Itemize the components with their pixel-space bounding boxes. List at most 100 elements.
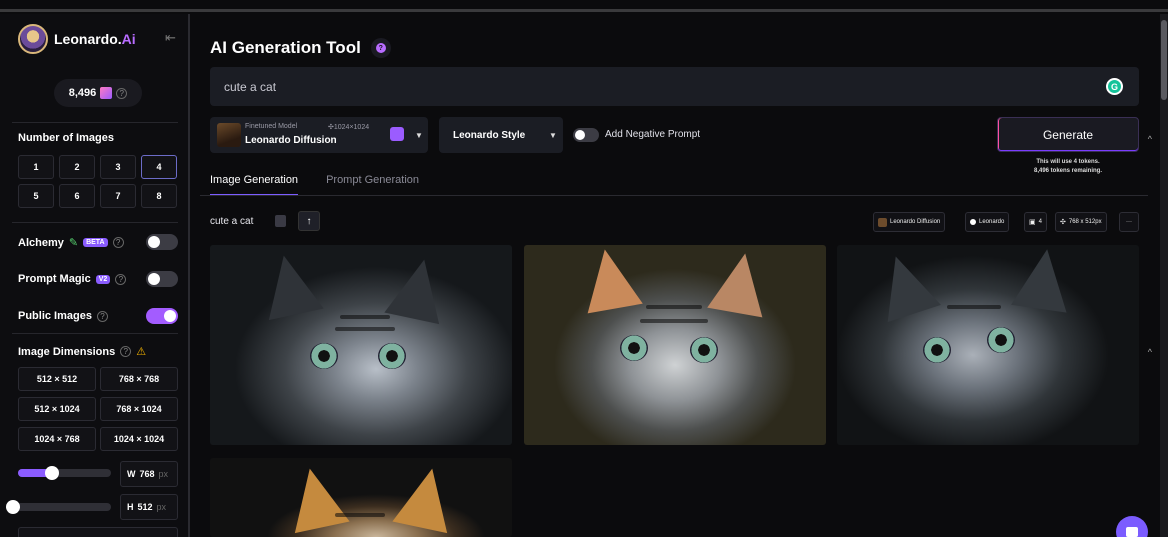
cat-ear (282, 462, 350, 534)
style-selector[interactable]: Leonardo Style ▼ (439, 117, 563, 153)
negative-prompt-label: Add Negative Prompt (605, 129, 701, 140)
public-images-label: Public Images (18, 310, 92, 322)
divider (12, 222, 178, 223)
page-title: AI Generation Tool (210, 38, 361, 57)
dimension-option[interactable]: 1024 × 1024 (100, 427, 178, 451)
cat-ear (1011, 245, 1075, 313)
alchemy-label: Alchemy (18, 236, 64, 249)
dimension-option[interactable]: 768 × 1024 (100, 397, 178, 421)
help-icon[interactable]: ? (112, 237, 124, 248)
window-top-strip (0, 0, 1168, 12)
brand-logo-row[interactable]: Leonardo.Ai ⇤ (18, 24, 178, 54)
divider (12, 122, 178, 123)
copy-icon[interactable] (275, 215, 286, 227)
divider (12, 333, 178, 334)
sidebar-bottom-control[interactable] (18, 527, 178, 537)
help-icon[interactable]: ? (120, 346, 132, 357)
leonardo-logo-icon (18, 24, 48, 54)
generation-tabs: Image Generation Prompt Generation (210, 174, 419, 196)
alchemy-row: Alchemy ✎ BETA ? (18, 236, 124, 249)
style-chip: Leonardo (965, 212, 1010, 232)
num-images-option[interactable]: 3 (100, 155, 136, 179)
help-icon[interactable]: ? (116, 87, 128, 99)
generated-image[interactable] (524, 245, 826, 445)
num-images-option[interactable]: 2 (59, 155, 95, 179)
wand-icon: ✎ (68, 237, 79, 249)
cat-ear (392, 462, 460, 534)
token-balance[interactable]: 8,496 ? (54, 79, 142, 107)
chevron-up-icon[interactable]: ^ (1148, 347, 1152, 357)
height-unit: px (156, 502, 167, 512)
collapse-sidebar-icon[interactable]: ⇤ (165, 30, 176, 46)
help-icon[interactable]: ? (115, 273, 127, 285)
dimension-option[interactable]: 512 × 1024 (18, 397, 96, 421)
public-images-row: Public Images ? (18, 310, 108, 322)
info-icon[interactable]: ? (370, 38, 391, 58)
alchemy-toggle[interactable] (146, 234, 178, 250)
help-icon[interactable]: ? (96, 310, 108, 322)
cat-ear (577, 245, 643, 314)
token-icon (100, 87, 113, 99)
cat-ear (707, 248, 773, 318)
model-size: ✣1024×1024 (328, 124, 370, 131)
generate-button[interactable]: Generate (997, 117, 1139, 152)
num-images-option[interactable]: 5 (18, 184, 54, 208)
height-slider[interactable] (6, 500, 111, 514)
negative-prompt-toggle[interactable] (573, 128, 599, 142)
model-badge-icon (390, 127, 404, 141)
slider-thumb[interactable] (45, 466, 59, 480)
num-images-option[interactable]: 6 (59, 184, 95, 208)
v2-badge: V2 (95, 274, 111, 284)
width-slider[interactable] (18, 466, 111, 480)
generated-image[interactable] (837, 245, 1139, 445)
prompt-magic-row: Prompt Magic V2 ? (18, 273, 127, 285)
chat-icon[interactable] (1116, 516, 1148, 537)
width-field[interactable]: W 768 px (120, 461, 178, 487)
cat-eye (987, 327, 1015, 353)
more-options-button[interactable]: ··· (1119, 212, 1139, 232)
prompt-magic-toggle[interactable] (146, 271, 178, 287)
generated-image[interactable] (210, 458, 512, 537)
tab-prompt-generation[interactable]: Prompt Generation (326, 174, 419, 196)
tabs-divider (200, 195, 1148, 196)
number-of-images-grid: 1 2 3 4 5 6 7 8 (18, 155, 178, 208)
scrollbar-thumb[interactable] (1161, 20, 1167, 100)
slider-thumb[interactable] (6, 500, 20, 514)
chevron-up-icon[interactable]: ^ (1148, 134, 1152, 144)
prompt-input[interactable]: cute a cat G (210, 67, 1139, 106)
scrollbar[interactable] (1160, 14, 1168, 537)
arrow-up-icon[interactable]: ↑ (298, 211, 320, 231)
brand-name: Leonardo.Ai (54, 31, 136, 47)
image-dimensions-grid: 512 × 512 768 × 768 512 × 1024 768 × 102… (18, 367, 178, 451)
num-images-option[interactable]: 7 (100, 184, 136, 208)
model-thumbnail-icon (878, 217, 887, 227)
generated-image[interactable] (210, 245, 512, 445)
model-selector[interactable]: Finetuned Model ✣1024×1024 Leonardo Diff… (210, 117, 428, 153)
style-value: Leonardo Style (453, 129, 526, 141)
token-count: 8,496 (68, 87, 97, 99)
cat-stripe (947, 305, 1001, 309)
cat-ear (384, 253, 452, 325)
cat-eye (923, 337, 951, 363)
prompt-value: cute a cat (224, 79, 277, 94)
num-images-option[interactable]: 8 (141, 184, 177, 208)
tab-image-generation[interactable]: Image Generation (210, 174, 299, 196)
public-images-toggle[interactable] (146, 308, 178, 324)
cat-eye (620, 335, 648, 361)
num-images-option-selected[interactable]: 4 (141, 155, 177, 179)
cat-eye (690, 337, 718, 363)
chevron-down-icon: ▼ (549, 131, 557, 140)
grammarly-icon[interactable]: G (1106, 78, 1123, 95)
dimension-option[interactable]: 1024 × 768 (18, 427, 96, 451)
model-thumbnail (217, 123, 241, 147)
dimensions-icon: ✣ (1060, 219, 1066, 226)
cat-stripe (335, 327, 395, 331)
image-count-chip: ▣ 4 (1024, 212, 1047, 232)
generate-note: This will use 4 tokens. 8,496 tokens rem… (1033, 159, 1103, 174)
page-title-row: AI Generation Tool ? (210, 38, 391, 58)
height-field[interactable]: H 512 px (120, 494, 178, 520)
images-icon: ▣ (1029, 219, 1036, 226)
dimension-option[interactable]: 512 × 512 (18, 367, 96, 391)
dimension-option[interactable]: 768 × 768 (100, 367, 178, 391)
num-images-option[interactable]: 1 (18, 155, 54, 179)
